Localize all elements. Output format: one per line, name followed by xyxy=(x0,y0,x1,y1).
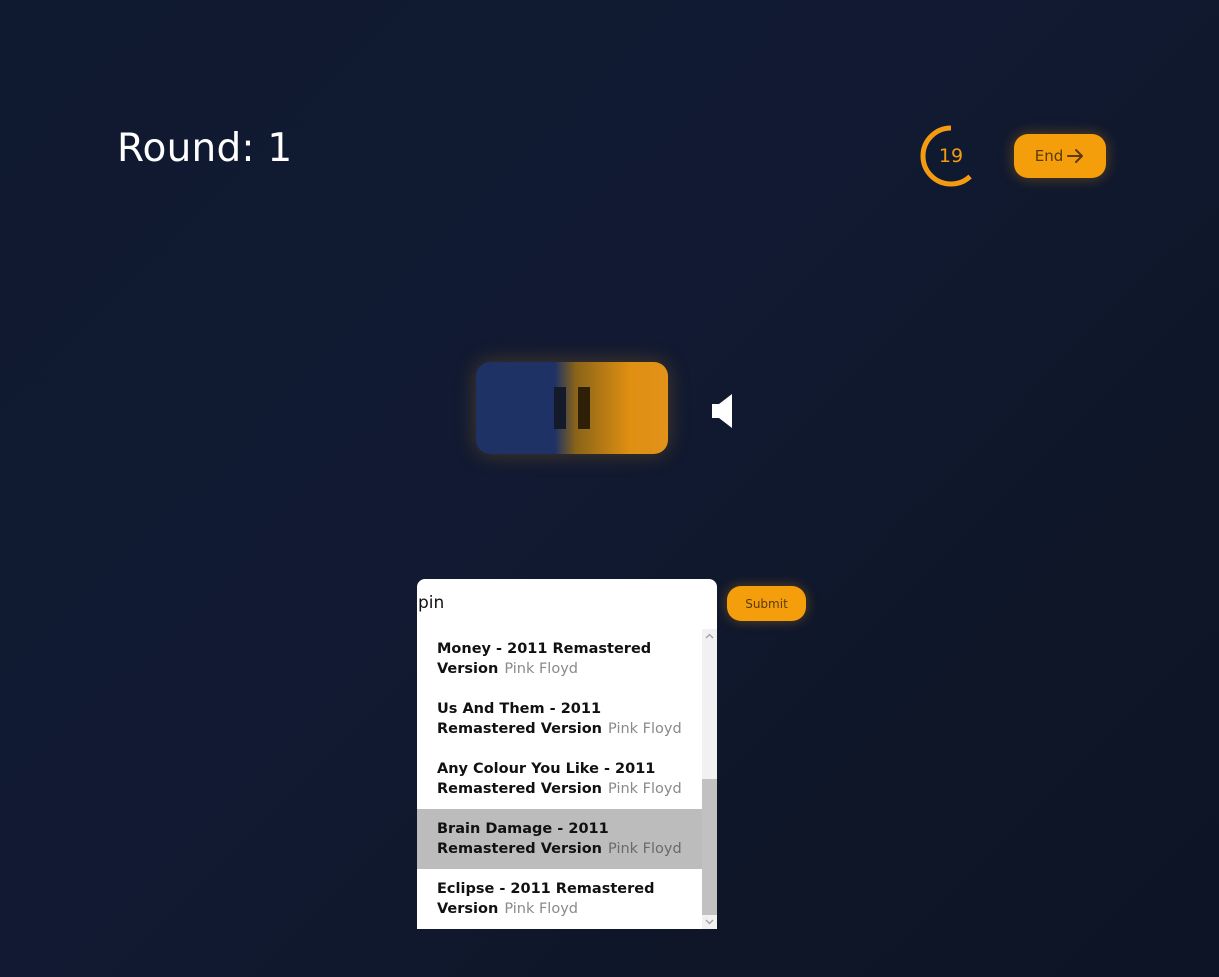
result-artist: Pink Floyd xyxy=(504,901,578,917)
search-result-item[interactable]: Eclipse - 2011 Remastered Version Pink Fl… xyxy=(417,869,702,929)
countdown-timer: 19 xyxy=(918,123,984,189)
search-result-item[interactable]: Us And Them - 2011 Remastered Version Pin… xyxy=(417,689,702,749)
submit-button[interactable]: Submit xyxy=(727,586,806,621)
volume-icon[interactable] xyxy=(712,394,732,428)
result-song-title: Us And Them - 2011 Remastered Version xyxy=(437,701,603,737)
result-artist: Pink Floyd xyxy=(608,841,682,857)
scroll-down-icon[interactable] xyxy=(702,915,717,929)
search-result-item[interactable]: Brain Damage - 2011 Remastered Version Pi… xyxy=(417,809,702,869)
results-scrollbar[interactable] xyxy=(702,629,717,929)
search-result-item[interactable]: Any Colour You Like - 2011 Remastered Ve… xyxy=(417,749,702,809)
result-artist: Pink Floyd xyxy=(608,721,682,737)
timer-value: 19 xyxy=(938,145,964,167)
round-title: Round: 1 xyxy=(117,126,293,171)
arrow-right-icon xyxy=(1067,148,1085,164)
result-song-title: Brain Damage - 2011 Remastered Version xyxy=(437,821,609,857)
search-result-item[interactable]: Money - 2011 Remastered Version Pink Floy… xyxy=(417,629,702,689)
search-input[interactable] xyxy=(417,579,708,627)
result-artist: Pink Floyd xyxy=(608,781,682,797)
pause-icon xyxy=(554,387,590,429)
scroll-up-icon[interactable] xyxy=(702,629,717,643)
end-button-label: End xyxy=(1034,147,1064,165)
scrollbar-thumb[interactable] xyxy=(702,779,717,915)
audio-player-button[interactable] xyxy=(476,362,668,454)
song-search-box: Money - 2011 Remastered VersionPink Floy… xyxy=(417,579,717,929)
search-results-list: Money - 2011 Remastered Version Pink Floy… xyxy=(417,629,702,929)
result-artist: Pink Floyd xyxy=(504,661,578,677)
end-button[interactable]: End xyxy=(1014,134,1106,178)
